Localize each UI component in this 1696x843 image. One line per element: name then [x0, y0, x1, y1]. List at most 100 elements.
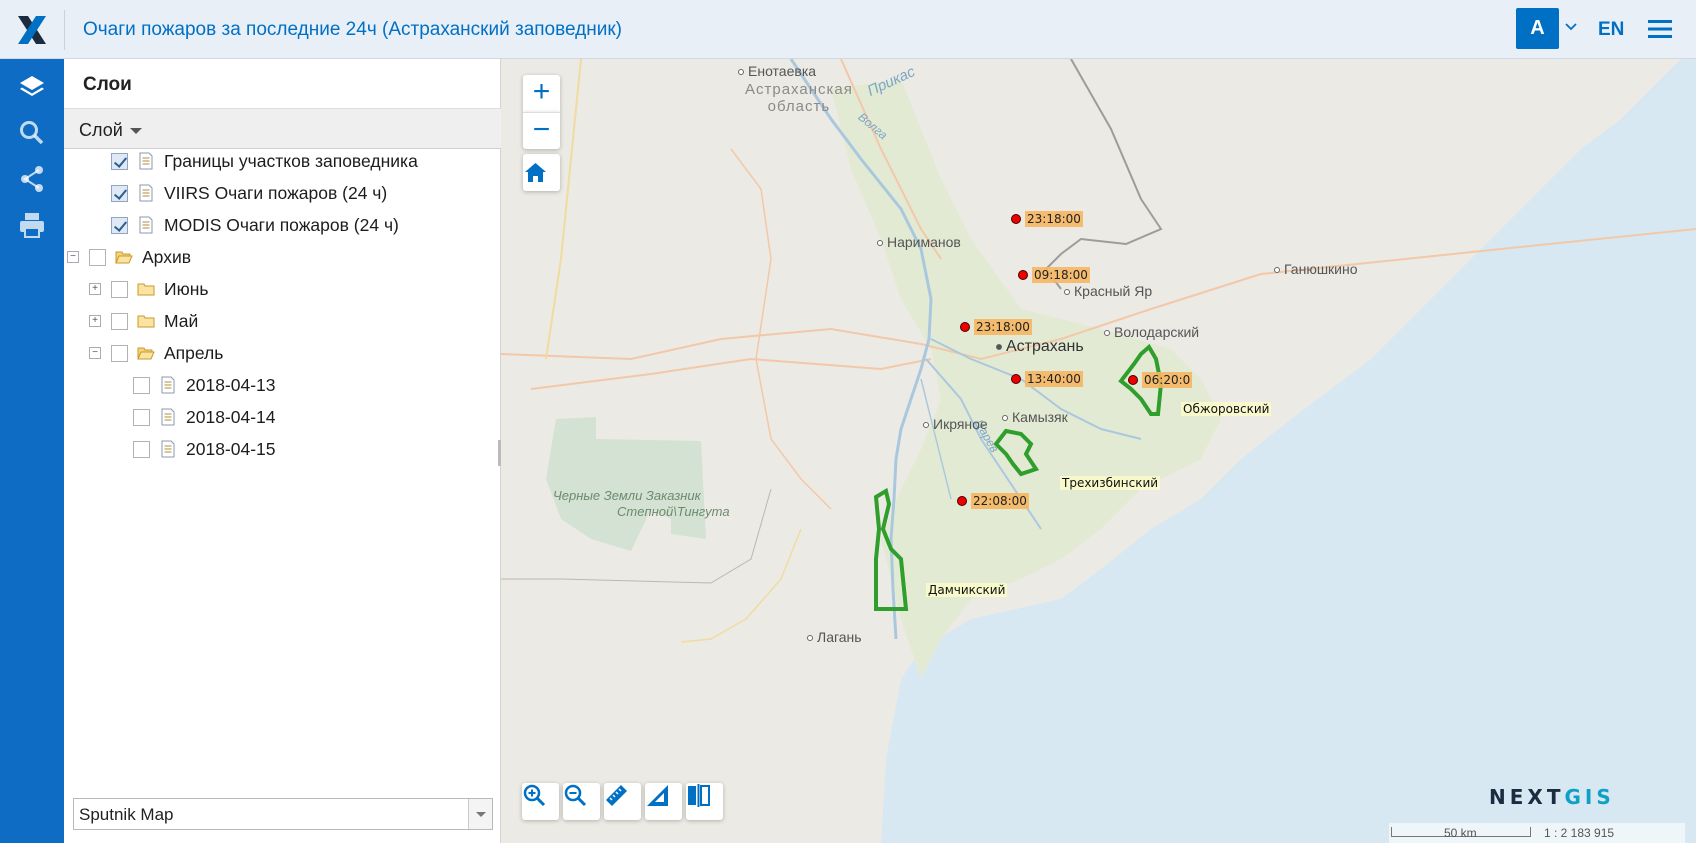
- layer-visibility-checkbox[interactable]: [133, 408, 150, 426]
- chevron-down-icon[interactable]: [1564, 20, 1578, 34]
- place-dot: [1064, 289, 1070, 296]
- sort-caret-icon[interactable]: [130, 128, 142, 134]
- tree-layer-row[interactable]: MODIS Очаги пожаров (24 ч): [89, 211, 399, 239]
- layer-column-label: Слой: [79, 120, 123, 140]
- folder-open-icon: [137, 347, 155, 360]
- place-label: Енотаевка: [738, 63, 816, 79]
- fire-point[interactable]: [1018, 270, 1028, 280]
- zoom-in-button[interactable]: +: [523, 75, 560, 112]
- expand-toggle-icon[interactable]: +: [89, 315, 101, 327]
- search-icon[interactable]: [16, 117, 48, 149]
- place-name: Нариманов: [887, 234, 961, 250]
- basemap-select[interactable]: Sputnik Map: [73, 798, 493, 830]
- place-name: Икряное: [933, 416, 988, 432]
- nextgis-logo-icon[interactable]: [14, 12, 50, 48]
- document-layer-icon: [139, 152, 153, 170]
- hamburger-menu-icon[interactable]: [1647, 17, 1673, 41]
- place-name: Володарский: [1114, 324, 1200, 340]
- scale-bar: 50 km 1 : 2 183 915: [1389, 823, 1685, 843]
- zoom-in-tool-button[interactable]: [522, 783, 559, 820]
- fire-marker[interactable]: 13:40:00: [1011, 371, 1083, 387]
- collapse-toggle-icon[interactable]: −: [89, 347, 101, 359]
- print-icon[interactable]: [16, 209, 48, 241]
- folder-open-icon: [115, 251, 133, 264]
- tree-folder-row[interactable]: + Май: [89, 307, 198, 335]
- place-name: Красный Яр: [1074, 283, 1153, 299]
- tree-node-label: 2018-04-14: [186, 406, 276, 427]
- fire-point[interactable]: [1011, 214, 1021, 224]
- place-label: Лагань: [807, 629, 862, 645]
- fire-time-label: 09:18:00: [1032, 267, 1090, 283]
- scale-distance: 50 km: [1444, 826, 1477, 840]
- fire-marker[interactable]: 22:08:00: [957, 493, 1029, 509]
- area-ruler-icon: [647, 785, 668, 806]
- layer-visibility-checkbox[interactable]: [111, 312, 128, 330]
- layers-panel: Слои Слой Границы участков заповедника VI…: [64, 59, 501, 843]
- layers-icon[interactable]: [16, 71, 48, 103]
- place-name: Лагань: [817, 629, 862, 645]
- place-label: Камызяк: [1002, 409, 1068, 425]
- layer-visibility-checkbox[interactable]: [133, 376, 150, 394]
- place-dot: [996, 343, 1002, 350]
- fire-marker[interactable]: 06:20:0: [1128, 372, 1193, 388]
- fire-marker[interactable]: 09:18:00: [1018, 267, 1090, 283]
- layer-visibility-checkbox[interactable]: [89, 248, 106, 266]
- collapse-toggle-icon[interactable]: −: [67, 251, 79, 263]
- place-label: Икряное: [923, 416, 988, 432]
- layer-visibility-checkbox[interactable]: [133, 440, 150, 458]
- place-label: Володарский: [1104, 324, 1199, 340]
- place-dot: [1104, 330, 1110, 337]
- reserve-area-label: Трехизбинский: [1060, 476, 1161, 490]
- tree-node-label: Апрель: [164, 342, 224, 363]
- fire-marker[interactable]: 23:18:00: [960, 319, 1032, 335]
- place-label: Ганюшкино: [1274, 261, 1358, 277]
- tree-layer-row[interactable]: 2018-04-15: [111, 435, 276, 463]
- language-switch-button[interactable]: EN: [1598, 19, 1624, 41]
- tree-folder-row[interactable]: − Архив: [67, 243, 191, 271]
- tree-layer-row[interactable]: 2018-04-14: [111, 403, 276, 431]
- map-view[interactable]: Астраханская область Волга Прикас Царев Ч…: [501, 59, 1696, 843]
- measure-distance-button[interactable]: [604, 783, 641, 820]
- ruler-icon: [606, 785, 627, 806]
- share-icon[interactable]: [16, 163, 48, 195]
- city-label: Астрахань: [996, 338, 1084, 356]
- identify-tool-button[interactable]: [686, 783, 723, 820]
- tool-icon-bar: [0, 59, 64, 843]
- layer-column-header[interactable]: Слой: [64, 108, 501, 149]
- fire-point[interactable]: [957, 496, 967, 506]
- tree-layer-row[interactable]: 2018-04-13: [111, 371, 276, 399]
- fire-point[interactable]: [1011, 374, 1021, 384]
- reserve-label: Черные Земли Заказник: [553, 488, 701, 503]
- tree-layer-row[interactable]: VIIRS Очаги пожаров (24 ч): [89, 179, 387, 207]
- tree-node-label: 2018-04-13: [186, 374, 276, 395]
- layer-visibility-checkbox[interactable]: [111, 184, 128, 202]
- tree-folder-row[interactable]: − Апрель: [89, 339, 223, 367]
- fire-point[interactable]: [1128, 375, 1138, 385]
- fire-marker[interactable]: 23:18:00: [1011, 211, 1083, 227]
- tree-node-label: MODIS Очаги пожаров (24 ч): [164, 214, 399, 235]
- fire-point[interactable]: [960, 322, 970, 332]
- expand-toggle-icon[interactable]: +: [89, 283, 101, 295]
- zoom-out-tool-button[interactable]: [563, 783, 600, 820]
- reserve-area-label: Дамчикский: [926, 583, 1008, 597]
- swipe-compare-icon: [688, 784, 710, 807]
- basemap-graphics: [501, 59, 1696, 843]
- tree-node-label: Архив: [142, 246, 192, 267]
- zoom-out-button[interactable]: −: [523, 112, 560, 149]
- dropdown-arrow-icon[interactable]: [468, 799, 492, 829]
- tree-layer-row[interactable]: Границы участков заповедника: [89, 147, 418, 175]
- measure-area-button[interactable]: [645, 783, 682, 820]
- tree-node-label: VIIRS Очаги пожаров (24 ч): [164, 182, 388, 203]
- tree-node-label: 2018-04-15: [186, 438, 276, 459]
- reserve-label: Степной\Тингута: [617, 504, 730, 519]
- reserve-area-label: Обжоровский: [1181, 402, 1272, 416]
- tree-folder-row[interactable]: + Июнь: [89, 275, 209, 303]
- user-menu-button[interactable]: A: [1516, 8, 1559, 49]
- layer-visibility-checkbox[interactable]: [111, 280, 128, 298]
- home-extent-button[interactable]: [523, 154, 560, 191]
- nextgis-brand-logo: NEXTGIS: [1489, 785, 1615, 809]
- layer-visibility-checkbox[interactable]: [111, 344, 128, 362]
- layer-visibility-checkbox[interactable]: [111, 152, 128, 170]
- layer-visibility-checkbox[interactable]: [111, 216, 128, 234]
- fire-time-label: 13:40:00: [1025, 371, 1083, 387]
